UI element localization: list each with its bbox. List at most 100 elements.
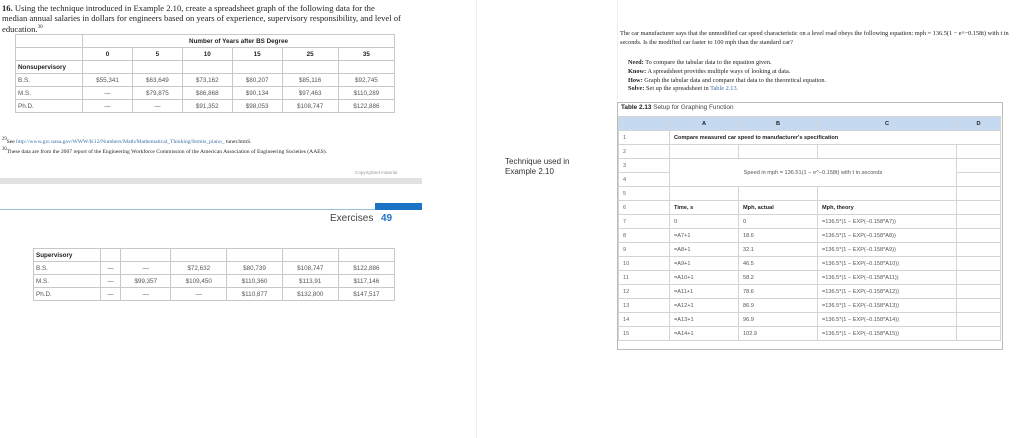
table-number: Table 2.13 [621,104,652,111]
spreadsheet-row: 12 =A11+1 78.6 =136.5*(1 − EXP(−0.158*A12)) [618,284,1001,299]
divider [476,0,477,438]
salary-cell: — [131,99,183,113]
spreadsheet-title-row: Compare measured car speed to manufactur… [669,130,1001,145]
salary-cell: $91,352 [181,99,233,113]
how-step: How: Graph the tabular data and compare … [628,77,1008,86]
salary-cell: $80,739 [226,261,283,275]
salary-cell: $90,134 [231,86,283,100]
salary-cell: — [82,86,133,100]
salary-cell: $132,800 [281,287,339,301]
side-note-line: Technique used in [505,157,570,166]
salary-table-supervisory: Supervisory B.S. — — $72,632 $80,739 $108,747… [33,248,396,301]
data-header: Time, s [669,200,739,215]
row-number: 9 [618,242,670,257]
salary-cell: $98,053 [231,99,283,113]
salary-cell: — [120,287,172,301]
cell-b: 102.9 [738,326,818,341]
empty-cell [817,186,957,201]
cell-c: =136.5*(1 − EXP(−0.158*A11)) [817,270,957,285]
cell-d [956,242,1001,257]
cell-b: 0 [738,214,818,229]
table-row: M.S. — $99,357 $109,450 $110,360 $113,91 $117,… [33,274,396,288]
degree-label: B.S. [15,73,83,87]
empty-cell [131,60,183,74]
degree-label: M.S. [33,274,101,288]
degree-label: B.S. [33,261,101,275]
year-header: 5 [131,47,183,61]
step-label: Know: [628,67,647,75]
table-row: Ph.D. — — $91,352 $98,053 $108,747 $122,886 [15,99,396,113]
table-row: Ph.D. — — — $110,877 $132,800 $147,517 [33,287,396,301]
footnote-text: tuner.htmS. [224,138,252,145]
salary-cell: $110,877 [226,287,283,301]
salary-cell: $73,162 [181,73,233,87]
cell-d [956,256,1001,271]
footnotes: 29See http://www.grc.nasa.gov/WWW/K12/Nu… [2,136,402,156]
table-link[interactable]: Table 2.13. [710,85,738,92]
spreadsheet-row: 1 Compare measured car speed to manufactu… [618,130,1001,145]
salary-cell: $109,450 [170,274,228,288]
salary-table-nonsupervisory: Number of Years after BS Degree 0 5 10 1… [15,34,396,113]
cell-a: =A9+1 [669,256,739,271]
empty-cell [337,60,396,74]
empty-cell [281,60,339,74]
cell-c: =136.5*(1 − EXP(−0.158*A8)) [817,228,957,243]
salary-cell: — [99,287,122,301]
year-header: 35 [337,47,396,61]
cell-d [956,312,1001,327]
column-header: B [738,116,818,131]
cell-c: =136.5*(1 − EXP(−0.158*A14)) [817,312,957,327]
salary-cell: — [99,261,122,275]
salary-cell: $79,875 [131,86,183,100]
step-text: Set up the spreadsheet in [646,85,711,93]
empty-cell [231,60,283,74]
cell-b: 58.2 [738,270,818,285]
group-label: Nonsupervisory [15,60,83,74]
salary-cell: $86,868 [181,86,233,100]
salary-cell: $108,747 [281,261,339,275]
empty-cell [181,60,233,74]
row-number: 7 [618,214,670,229]
footnote-text: See [6,138,17,145]
empty-cell [170,248,228,262]
solution-steps: Need: To compare the tabular data to the… [628,59,1008,94]
spreadsheet-table: A B C D 1 Compare measured car speed to m… [618,116,1001,341]
spreadsheet-row: 6 Time, s Mph, actual Mph, theory [618,200,1001,215]
cell-d [956,298,1001,313]
problem-text: Using the technique introduced in Exampl… [2,3,401,34]
table-row: M.S. — $79,875 $86,868 $90,134 $97,463 $110,28… [15,86,396,100]
cell-b: 86.9 [738,298,818,313]
copyright-note: Copyrighted material [355,170,398,175]
empty-cell [956,144,1001,159]
step-text: Graph the tabular data and compare that … [644,76,827,84]
page-separator [0,178,422,184]
salary-cell: $92,745 [337,73,396,87]
group-label: Supervisory [33,248,101,262]
know-step: Know: A spreadsheet provides multiple wa… [628,68,1008,77]
spreadsheet-row: 2 [618,144,1001,159]
footnote-link[interactable]: http://www.grc.nasa.gov/WWW/K12/Numbers/… [16,139,224,145]
page-number: 49 [381,213,393,224]
row-number: 3 [618,158,670,173]
degree-label: M.S. [15,86,83,100]
cell-a: =A14+1 [669,326,739,341]
column-header: A [669,116,739,131]
cell-a: 0 [669,214,739,229]
spreadsheet-row: 5 [618,186,1001,201]
spreadsheet-row: 10 =A9+1 46.5 =136.5*(1 − EXP(−0.158*A10)) [618,256,1001,271]
spreadsheet-row: 15 =A14+1 102.9 =136.5*(1 − EXP(−0.158*A15)… [618,326,1001,341]
footer-rule [0,209,375,210]
step-text: A spreadsheet provides multiple ways of … [647,67,791,75]
cell-c: =136.5*(1 − EXP(−0.158*A7)) [817,214,957,229]
spreadsheet-row: 7 0 0 =136.5*(1 − EXP(−0.158*A7)) [618,214,1001,229]
salary-cell: — [170,287,228,301]
empty-cell [817,144,957,159]
empty-cell [15,34,83,48]
table-row: B.S. — — $72,632 $80,739 $108,747 $122,886 [33,261,396,275]
empty-cell [956,158,1001,173]
cell-c: =136.5*(1 − EXP(−0.158*A15)) [817,326,957,341]
problem-16: 16. Using the technique introduced in Ex… [2,3,402,34]
cell-d [956,228,1001,243]
step-text: To compare the tabular data to the equat… [645,59,772,66]
footnote-30: 30These data are from the 2007 report of… [2,146,402,156]
